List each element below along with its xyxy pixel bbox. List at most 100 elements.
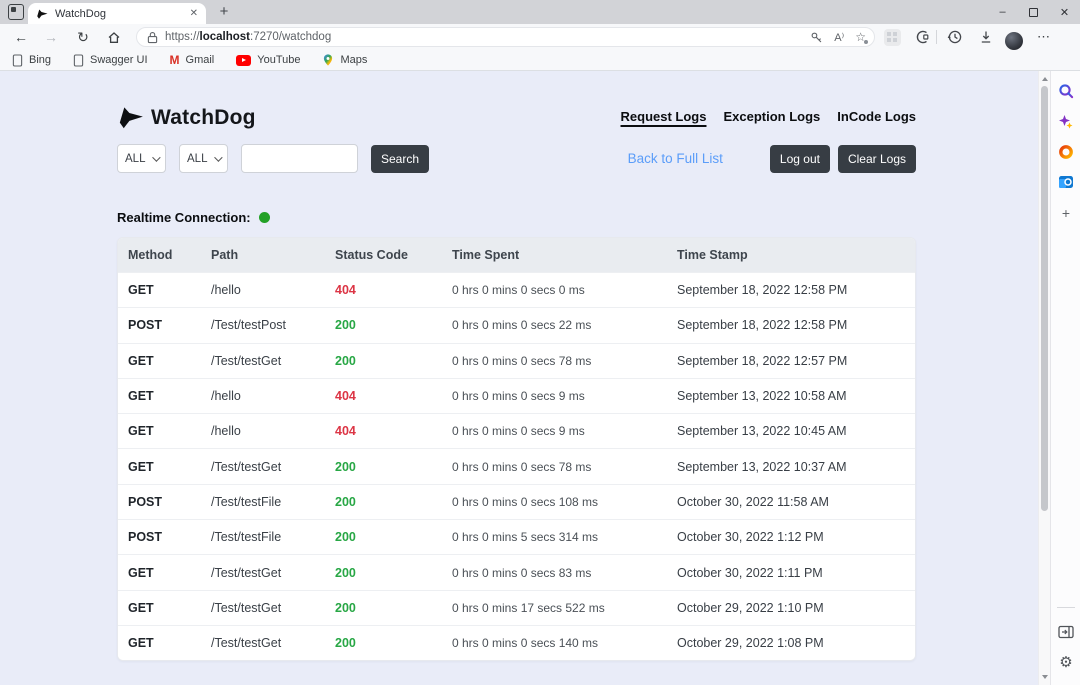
cell-path: /Test/testFile <box>211 530 335 544</box>
header-status-code: Status Code <box>335 248 452 262</box>
logout-button[interactable]: Log out <box>770 145 830 173</box>
minimize-icon[interactable]: – <box>987 0 1018 24</box>
tab-actions-icon[interactable] <box>8 4 24 20</box>
tab-title: WatchDog <box>55 8 183 20</box>
session-controls: Back to Full List Log out Clear Logs <box>628 145 916 173</box>
back-icon[interactable]: ← <box>10 24 32 50</box>
table-row[interactable]: POST /Test/testPost 200 0 hrs 0 mins 0 s… <box>118 307 915 342</box>
bookmark-gmail[interactable]: M Gmail <box>170 53 215 67</box>
favorite-star-icon[interactable]: ☆ <box>855 31 866 43</box>
sidebar-outlook-icon[interactable] <box>1051 174 1080 190</box>
url-text[interactable]: https://localhost:7270/watchdog <box>165 31 331 43</box>
sidebar-open-panel-icon[interactable] <box>1051 625 1080 639</box>
cell-time-spent: 0 hrs 0 mins 0 secs 9 ms <box>452 424 677 438</box>
cell-time-stamp: September 18, 2022 12:58 PM <box>677 318 915 332</box>
cell-method: GET <box>128 601 211 615</box>
chevron-down-icon <box>214 153 222 161</box>
table-row[interactable]: GET /hello 404 0 hrs 0 mins 0 secs 9 ms … <box>118 378 915 413</box>
cell-time-stamp: October 29, 2022 1:10 PM <box>677 601 915 615</box>
cell-time-stamp: September 13, 2022 10:45 AM <box>677 424 915 438</box>
table-row[interactable]: GET /Test/testGet 200 0 hrs 0 mins 0 sec… <box>118 343 915 378</box>
url-host: localhost <box>200 31 250 43</box>
back-to-full-list-link[interactable]: Back to Full List <box>628 151 723 166</box>
url-path: :7270/watchdog <box>250 31 331 43</box>
cell-time-spent: 0 hrs 0 mins 5 secs 314 ms <box>452 530 677 544</box>
scrollbar-thumb[interactable] <box>1041 86 1048 511</box>
status-filter-value: ALL <box>187 153 207 165</box>
table-row[interactable]: GET /Test/testGet 200 0 hrs 0 mins 0 sec… <box>118 625 915 660</box>
cell-method: GET <box>128 283 211 297</box>
table-row[interactable]: GET /Test/testGet 200 0 hrs 0 mins 17 se… <box>118 590 915 625</box>
address-bar[interactable]: https://localhost:7270/watchdog A⁾ ☆ <box>136 27 875 47</box>
sidebar-copilot-sparkle-icon[interactable] <box>1051 114 1080 130</box>
table-row[interactable]: GET /hello 404 0 hrs 0 mins 0 secs 0 ms … <box>118 272 915 307</box>
bookmark-swagger-ui[interactable]: Swagger UI <box>73 54 147 67</box>
settings-more-icon[interactable]: ⋯ <box>1037 24 1051 50</box>
history-icon[interactable] <box>947 24 963 50</box>
cell-method: POST <box>128 530 211 544</box>
cell-time-stamp: October 30, 2022 1:11 PM <box>677 566 915 580</box>
bookmarks-bar: Bing Swagger UI M Gmail YouTube Maps <box>0 50 1080 71</box>
collections-icon[interactable] <box>914 24 930 50</box>
new-tab-icon[interactable]: + <box>214 2 234 22</box>
table-row[interactable]: POST /Test/testFile 200 0 hrs 0 mins 0 s… <box>118 484 915 519</box>
cell-path: /Test/testGet <box>211 566 335 580</box>
toolbar-divider <box>936 24 937 50</box>
close-icon[interactable]: ✕ <box>1049 0 1080 24</box>
top-nav: Request Logs Exception Logs InCode Logs <box>621 109 916 124</box>
search-button[interactable]: Search <box>371 145 429 173</box>
page-icon <box>73 54 84 67</box>
downloads-icon[interactable] <box>979 24 993 50</box>
scroll-up-icon[interactable] <box>1042 77 1048 81</box>
cell-method: GET <box>128 566 211 580</box>
cell-time-spent: 0 hrs 0 mins 0 secs 78 ms <box>452 354 677 368</box>
scroll-down-icon[interactable] <box>1042 675 1048 679</box>
cell-status: 200 <box>335 601 452 615</box>
table-row[interactable]: GET /Test/testGet 200 0 hrs 0 mins 0 sec… <box>118 554 915 589</box>
page-scrollbar[interactable] <box>1038 71 1050 685</box>
table-row[interactable]: POST /Test/testFile 200 0 hrs 0 mins 5 s… <box>118 519 915 554</box>
cell-time-stamp: September 18, 2022 12:58 PM <box>677 283 915 297</box>
page-viewport: WatchDog Request Logs Exception Logs InC… <box>0 71 1080 685</box>
tab-close-icon[interactable]: ✕ <box>190 8 198 19</box>
read-aloud-icon[interactable]: A⁾ <box>834 31 844 44</box>
youtube-icon <box>236 55 251 66</box>
status-filter-select[interactable]: ALL <box>179 144 228 173</box>
table-row[interactable]: GET /hello 404 0 hrs 0 mins 0 secs 9 ms … <box>118 413 915 448</box>
cell-status: 404 <box>335 389 452 403</box>
bookmark-bing[interactable]: Bing <box>12 54 51 67</box>
sidebar-add-icon[interactable]: + <box>1051 205 1080 221</box>
nav-request-logs[interactable]: Request Logs <box>621 109 707 124</box>
cell-method: GET <box>128 636 211 650</box>
cell-method: GET <box>128 354 211 368</box>
bookmark-label: Bing <box>29 54 51 66</box>
sidebar-office-icon[interactable] <box>1051 144 1080 160</box>
cell-path: /hello <box>211 424 335 438</box>
lock-icon[interactable] <box>147 31 158 44</box>
cell-status: 200 <box>335 354 452 368</box>
bookmark-youtube[interactable]: YouTube <box>236 54 300 66</box>
sidebar-settings-gear-icon[interactable]: ⚙ <box>1051 653 1080 671</box>
cell-method: POST <box>128 318 211 332</box>
cell-status: 404 <box>335 283 452 297</box>
home-icon[interactable] <box>103 24 125 50</box>
maximize-icon[interactable] <box>1018 0 1049 24</box>
connection-status-dot <box>259 212 270 223</box>
browser-tab-watchdog[interactable]: WatchDog ✕ <box>28 3 206 24</box>
extensions-icon[interactable] <box>884 24 901 50</box>
search-input[interactable] <box>241 144 358 173</box>
bookmark-maps[interactable]: Maps <box>322 53 367 67</box>
cell-method: GET <box>128 424 211 438</box>
password-key-icon[interactable] <box>810 31 823 44</box>
sidebar-search-icon[interactable] <box>1051 83 1080 100</box>
nav-exception-logs[interactable]: Exception Logs <box>723 109 820 124</box>
method-filter-select[interactable]: ALL <box>117 144 166 173</box>
clear-logs-button[interactable]: Clear Logs <box>838 145 916 173</box>
nav-incode-logs[interactable]: InCode Logs <box>837 109 916 124</box>
cell-status: 200 <box>335 495 452 509</box>
refresh-icon[interactable]: ↻ <box>72 24 94 50</box>
window-controls: – ✕ <box>987 0 1080 24</box>
table-row[interactable]: GET /Test/testGet 200 0 hrs 0 mins 0 sec… <box>118 448 915 483</box>
tab-bar: WatchDog ✕ + – ✕ <box>0 0 1080 24</box>
header-method: Method <box>128 248 211 262</box>
